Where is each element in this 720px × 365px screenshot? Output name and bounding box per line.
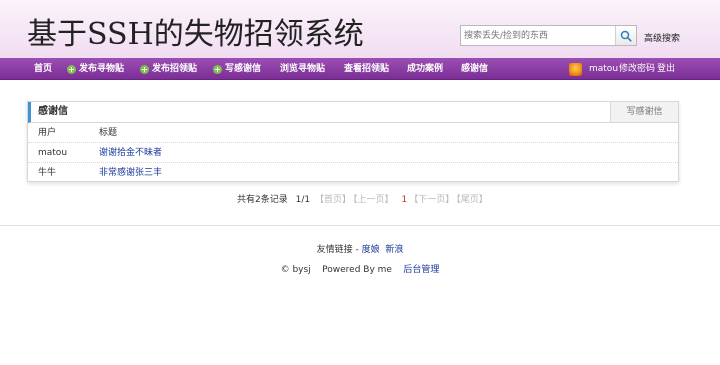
row-title-link[interactable]: 非常感谢张三丰 xyxy=(99,163,162,183)
site-title: 基于SSH的失物招领系统 xyxy=(27,17,364,52)
nav-post-found[interactable]: + 发布招领贴 xyxy=(140,58,197,80)
current-page: 1 xyxy=(401,195,408,205)
user-avatar xyxy=(569,63,582,76)
admin-link[interactable]: 后台管理 xyxy=(403,265,439,275)
username[interactable]: matou xyxy=(589,58,618,80)
nav-post-lost[interactable]: + 发布寻物贴 xyxy=(67,58,124,80)
nav-success-cases[interactable]: 成功案例 xyxy=(407,58,443,80)
prev-page-link: 【上一页】 xyxy=(352,195,394,205)
search-icon xyxy=(620,30,632,42)
table-row: 牛牛 非常感谢张三丰 xyxy=(28,163,678,183)
plus-icon: + xyxy=(140,65,149,74)
footer-divider xyxy=(0,225,720,226)
column-header-title: 标题 xyxy=(99,128,118,138)
friend-links-label: 友情链接 - xyxy=(316,245,362,255)
advanced-search-link[interactable]: 高级搜索 xyxy=(644,31,680,44)
nav-post-found-label: 发布招领贴 xyxy=(152,64,198,74)
search-box xyxy=(460,25,637,46)
nav-write-thanks[interactable]: + 写感谢信 xyxy=(213,58,261,80)
thanks-letters-panel: 感谢信 写感谢信 用户 标题 matou 谢谢拾金不昧者 牛牛 非常感谢张三丰 xyxy=(27,101,679,182)
total-records: 共有2条记录 xyxy=(237,195,288,205)
nav-thanks-letters[interactable]: 感谢信 xyxy=(461,58,488,80)
panel-header: 感谢信 写感谢信 xyxy=(28,102,678,123)
friend-link-sina[interactable]: 新浪 xyxy=(385,245,403,255)
nav-post-lost-label: 发布寻物贴 xyxy=(79,64,125,74)
table-header-row: 用户 标题 xyxy=(28,123,678,143)
logout-link[interactable]: 登出 xyxy=(657,58,675,80)
nav-home[interactable]: 首页 xyxy=(34,58,52,80)
panel-title: 感谢信 xyxy=(38,106,68,117)
search-button[interactable] xyxy=(615,26,636,45)
write-thanks-button[interactable]: 写感谢信 xyxy=(610,102,678,122)
nav-home-label: 首页 xyxy=(34,64,53,74)
last-page-link: 【尾页】 xyxy=(456,195,488,205)
copyright-text: © bysj xyxy=(280,265,311,275)
nav-write-thanks-label: 写感谢信 xyxy=(225,64,262,74)
main-nav: 首页 + 发布寻物贴 + 发布招领贴 + 写感谢信 浏览寻物贴 查看招领贴 成功案例 … xyxy=(0,58,720,80)
copyright: © bysj Powered By me 后台管理 xyxy=(0,262,720,275)
change-password-link[interactable]: 修改密码 xyxy=(619,58,655,80)
table-row: matou 谢谢拾金不昧者 xyxy=(28,143,678,163)
first-page-link: 【首页】 xyxy=(314,195,351,205)
nav-thanks-letters-label: 感谢信 xyxy=(461,64,489,74)
plus-icon: + xyxy=(213,65,222,74)
nav-browse-lost[interactable]: 浏览寻物贴 xyxy=(280,58,325,80)
powered-by: Powered By me xyxy=(322,265,392,275)
column-header-user: 用户 xyxy=(38,128,57,138)
nav-browse-lost-label: 浏览寻物贴 xyxy=(280,64,326,74)
friend-link-baidu[interactable]: 度娘 xyxy=(362,245,380,255)
pagination: 共有2条记录 1/1 【首页】 【上一页】 1 【下一页】 【尾页】 xyxy=(237,192,490,205)
nav-browse-found-label: 查看招领贴 xyxy=(344,64,390,74)
row-title-link[interactable]: 谢谢拾金不昧者 xyxy=(99,143,162,163)
row-user: matou xyxy=(38,148,68,158)
nav-success-cases-label: 成功案例 xyxy=(407,64,444,74)
plus-icon: + xyxy=(67,65,76,74)
page-info: 1/1 xyxy=(295,195,311,205)
friend-links: 友情链接 - 度娘 新浪 xyxy=(0,242,720,255)
next-page-link: 【下一页】 xyxy=(409,195,455,205)
search-input[interactable] xyxy=(461,26,615,45)
nav-browse-found[interactable]: 查看招领贴 xyxy=(344,58,389,80)
row-user: 牛牛 xyxy=(38,168,57,178)
site-header: 基于SSH的失物招领系统 高级搜索 xyxy=(0,0,720,58)
